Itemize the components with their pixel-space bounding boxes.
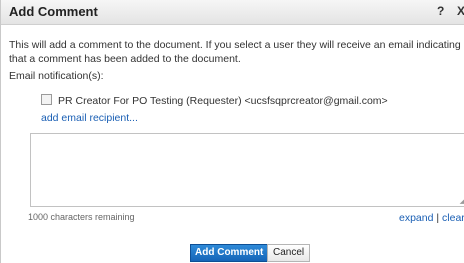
clear-link[interactable]: clear: [442, 212, 464, 224]
characters-remaining: 1000 characters remaining: [28, 212, 135, 222]
add-comment-dialog: Add Comment ? X This will add a comment …: [0, 0, 464, 263]
link-separator: |: [436, 212, 440, 224]
recipient-checkbox[interactable]: [41, 94, 52, 105]
recipient-row: PR Creator For PO Testing (Requester) <u…: [41, 94, 388, 108]
resize-handle-icon[interactable]: ◢: [460, 197, 464, 205]
help-icon[interactable]: ?: [437, 4, 444, 18]
dialog-titlebar: Add Comment ? X: [1, 0, 464, 25]
close-icon[interactable]: X: [457, 4, 464, 18]
expand-link[interactable]: expand: [399, 212, 433, 224]
add-comment-button[interactable]: Add Comment: [190, 244, 269, 262]
textarea-links: expand | clear: [399, 212, 464, 224]
dialog-title: Add Comment: [9, 4, 98, 19]
dialog-description: This will add a comment to the document.…: [9, 39, 461, 65]
comment-textarea[interactable]: ◢: [30, 133, 464, 207]
cancel-button[interactable]: Cancel: [267, 244, 311, 262]
recipient-label: PR Creator For PO Testing (Requester) <u…: [58, 95, 388, 107]
email-notification-label: Email notification(s):: [9, 70, 104, 82]
add-email-recipient-link[interactable]: add email recipient...: [41, 112, 138, 124]
